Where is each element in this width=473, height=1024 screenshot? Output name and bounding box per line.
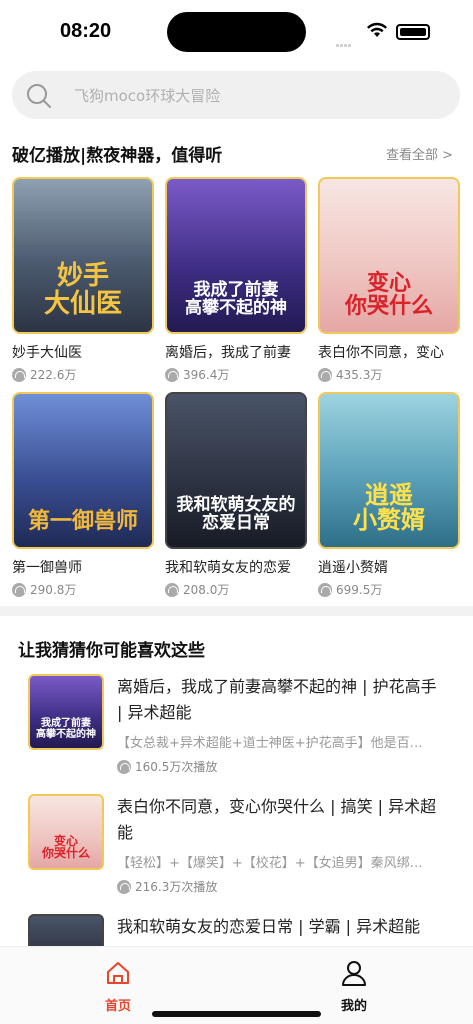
item-plays: 216.3万次播放: [117, 878, 217, 895]
book-plays: 222.6万: [12, 366, 154, 383]
status-bar: 08:20: [0, 0, 473, 64]
book-card[interactable]: 我和软萌女友的 恋爱日常 我和软萌女友的恋爱 208.0万: [165, 392, 307, 598]
book-cover: 第一御兽师: [12, 392, 154, 549]
headphones-icon: [318, 367, 332, 382]
status-time: 08:20: [60, 20, 112, 42]
book-cover: 我和软萌女友的 恋爱日常: [165, 392, 307, 549]
thumb-title: 变心 你哭什么: [41, 833, 90, 861]
headphones-icon: [117, 879, 131, 894]
book-cover: 变心 你哭什么: [318, 177, 460, 334]
book-plays: 699.5万: [318, 581, 460, 598]
wifi-icon: [367, 22, 387, 37]
hot-section: 破亿播放|熬夜神器，值得听 查看全部 > 妙手 大仙医 妙手大仙医 222.6万 …: [0, 124, 473, 606]
book-cover: 妙手 大仙医: [12, 177, 154, 334]
book-name: 逍遥小赘婿: [318, 560, 388, 576]
book-plays: 396.4万: [165, 366, 307, 383]
list-item[interactable]: 我和软萌女友的恋爱日常 | 学霸 | 异术超能: [28, 914, 448, 946]
book-card[interactable]: 第一御兽师 第一御兽师 290.8万: [12, 392, 154, 598]
plays-count: 396.4万: [183, 368, 230, 382]
plays-count: 290.8万: [30, 583, 77, 597]
book-plays: 435.3万: [318, 366, 460, 383]
section-title: 破亿播放|熬夜神器，值得听: [12, 146, 223, 166]
book-card[interactable]: 变心 你哭什么 表白你不同意，变心 435.3万: [318, 177, 460, 383]
book-card[interactable]: 妙手 大仙医 妙手大仙医 222.6万: [12, 177, 154, 383]
tab-home[interactable]: 首页: [88, 959, 148, 1014]
book-name: 妙手大仙医: [12, 345, 82, 361]
battery-icon: [396, 24, 430, 40]
item-thumb: 变心 你哭什么: [28, 794, 104, 870]
item-thumb: 我成了前妻 高攀不起的神: [28, 674, 104, 750]
item-desc: 【轻松】+【爆笑】+【校花】+【女追男】秦风绑…: [117, 856, 423, 871]
tab-mine-label: 我的: [340, 999, 367, 1014]
search-area: 飞狗moco环球大冒险: [0, 64, 473, 124]
home-icon: [107, 962, 129, 984]
dynamic-island: [167, 12, 306, 52]
thumb-title: 我成了前妻 高攀不起的神: [36, 718, 96, 740]
item-desc: 【女总裁+异术超能+道士神医+护花高手】他是百…: [117, 736, 423, 751]
search-icon: [27, 84, 51, 108]
headphones-icon: [318, 582, 332, 597]
search-placeholder: 飞狗moco环球大冒险: [74, 87, 221, 105]
headphones-icon: [165, 582, 179, 597]
cover-title: 第一御兽师: [27, 508, 138, 534]
item-thumb: [28, 914, 104, 946]
headphones-icon: [165, 367, 179, 382]
search-input[interactable]: 飞狗moco环球大冒险: [12, 71, 460, 119]
plays-count: 208.0万: [183, 583, 230, 597]
tab-mine[interactable]: 我的: [324, 959, 384, 1014]
list-item[interactable]: 我成了前妻 高攀不起的神 离婚后，我成了前妻高攀不起的神 | 护花高手 | 异术超…: [28, 674, 448, 784]
tab-home-label: 首页: [104, 999, 131, 1014]
see-all-link[interactable]: 查看全部 >: [386, 144, 453, 163]
plays-count: 160.5万次播放: [135, 760, 218, 774]
book-name: 我和软萌女友的恋爱: [165, 560, 291, 576]
signal-icon: [336, 32, 358, 47]
cover-title: 妙手 大仙医: [43, 261, 122, 319]
headphones-icon: [12, 582, 26, 597]
cover-title: 我和软萌女友的 恋爱日常: [176, 495, 296, 534]
cover-title: 我成了前妻 高攀不起的神: [185, 280, 287, 319]
item-plays: 160.5万次播放: [117, 758, 217, 775]
plays-count: 699.5万: [336, 583, 383, 597]
item-title: 我和软萌女友的恋爱日常 | 学霸 | 异术超能: [117, 917, 421, 936]
cover-title: 变心 你哭什么: [344, 270, 433, 319]
cover-title: 逍遥 小赘婿: [353, 480, 425, 534]
home-indicator: [152, 1011, 321, 1017]
book-cover: 我成了前妻 高攀不起的神: [165, 177, 307, 334]
user-icon: [342, 961, 366, 986]
book-plays: 290.8万: [12, 581, 154, 598]
book-plays: 208.0万: [165, 581, 307, 598]
plays-count: 216.3万次播放: [135, 880, 218, 894]
section-title: 让我猜猜你可能喜欢这些: [18, 641, 205, 661]
headphones-icon: [12, 367, 26, 382]
book-cover: 逍遥 小赘婿: [318, 392, 460, 549]
recommend-section: 让我猜猜你可能喜欢这些 我成了前妻 高攀不起的神 离婚后，我成了前妻高攀不起的神 …: [0, 616, 473, 946]
item-title: 表白你不同意，变心你哭什么 | 搞笑 | 异术超能: [117, 797, 437, 842]
plays-count: 222.6万: [30, 368, 77, 382]
book-name: 离婚后，我成了前妻: [165, 345, 291, 361]
headphones-icon: [117, 759, 131, 774]
book-card[interactable]: 我成了前妻 高攀不起的神 离婚后，我成了前妻 396.4万: [165, 177, 307, 383]
item-title: 离婚后，我成了前妻高攀不起的神 | 护花高手 | 异术超能: [117, 677, 437, 722]
list-item[interactable]: 变心 你哭什么 表白你不同意，变心你哭什么 | 搞笑 | 异术超能 【轻松】+【爆…: [28, 794, 448, 904]
book-name: 第一御兽师: [12, 560, 82, 576]
plays-count: 435.3万: [336, 368, 383, 382]
book-card[interactable]: 逍遥 小赘婿 逍遥小赘婿 699.5万: [318, 392, 460, 598]
book-name: 表白你不同意，变心: [318, 345, 444, 361]
